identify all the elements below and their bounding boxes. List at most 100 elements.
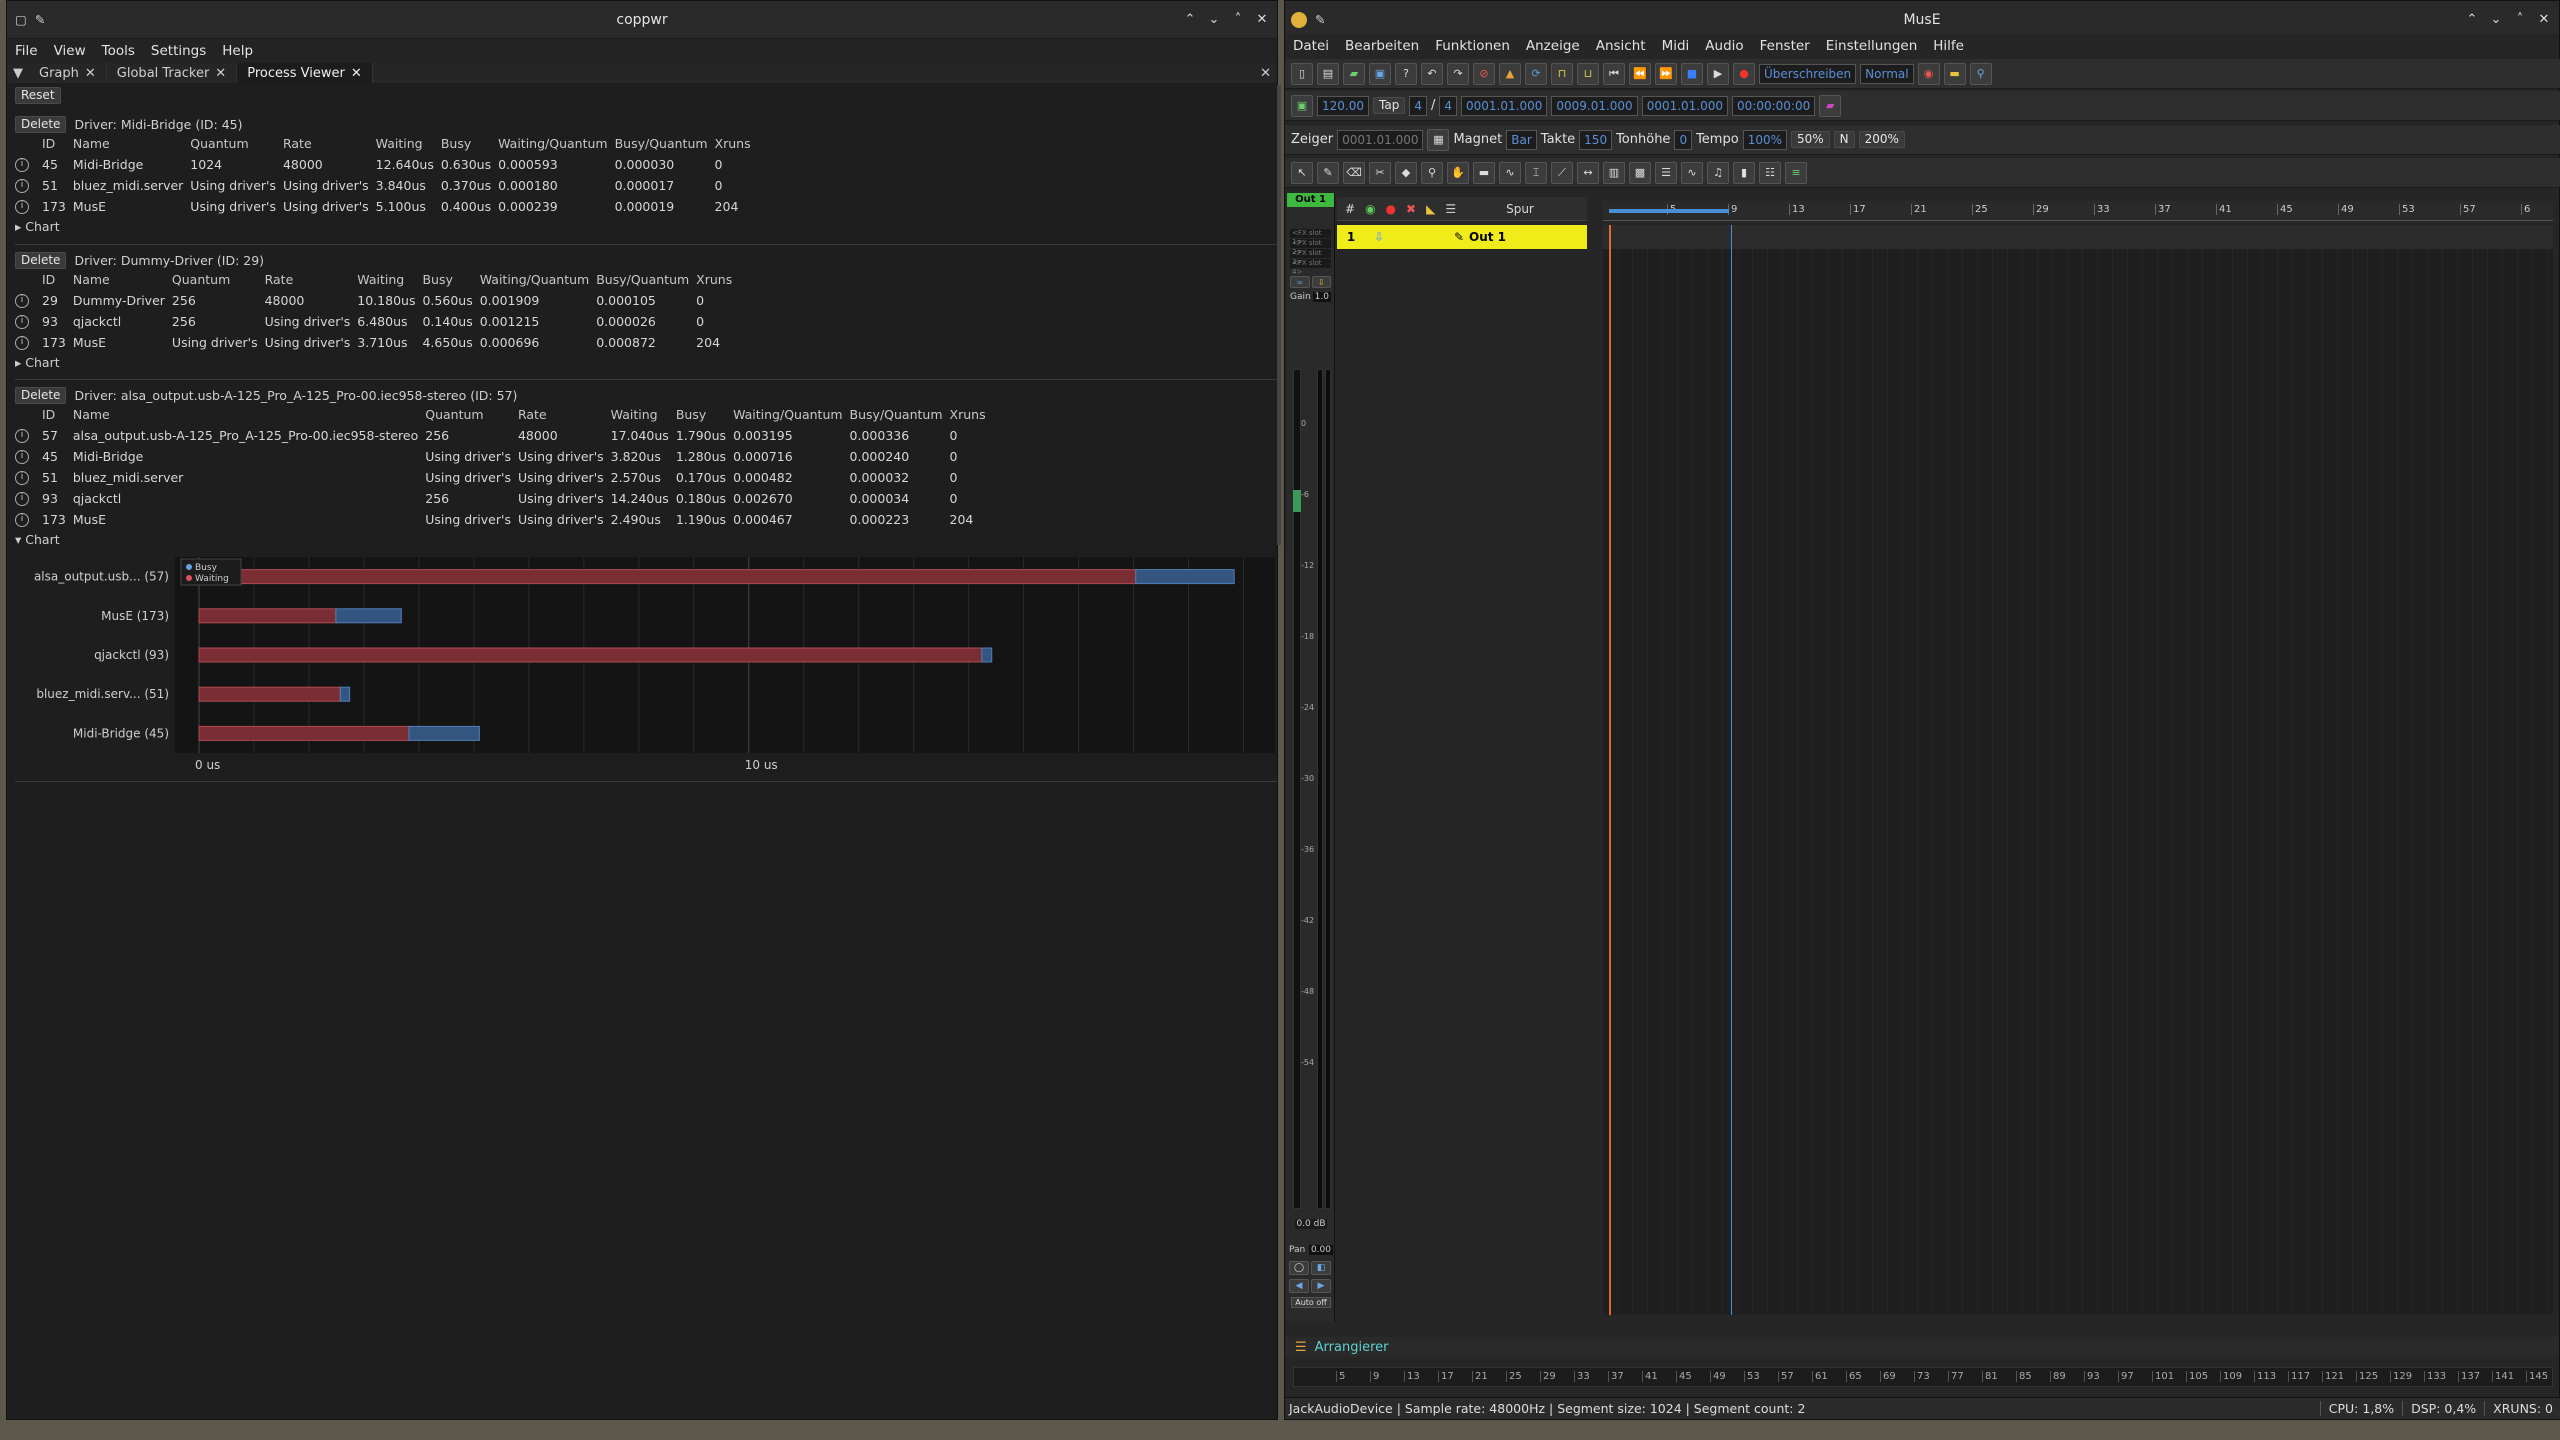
tempo-normal-button[interactable]: N — [1833, 131, 1855, 148]
chart-toggle[interactable]: ▸ Chart — [15, 353, 1270, 371]
menu-fenster[interactable]: Fenster — [1752, 38, 1818, 54]
signature-denominator[interactable]: 4 — [1439, 95, 1457, 116]
loop-range-bar[interactable] — [1609, 209, 1729, 213]
track-row-out-1[interactable]: 1 ⇩ ✎ Out 1 — [1337, 225, 1587, 249]
undo-icon[interactable]: ↶ — [1421, 62, 1443, 85]
menu-einstellungen[interactable]: Einstellungen — [1818, 38, 1926, 54]
menu-bearbeiten[interactable]: Bearbeiten — [1337, 38, 1427, 54]
eraser-tool-icon[interactable]: ⌫ — [1343, 161, 1365, 184]
close-tab-icon[interactable]: ✕ — [85, 66, 96, 81]
metronome-icon[interactable]: ▲ — [1499, 62, 1521, 85]
track-lane[interactable] — [1603, 225, 2553, 249]
cycle-mode-select[interactable]: Normal — [1860, 63, 1914, 84]
menu-settings[interactable]: Settings — [143, 43, 214, 59]
menu-tools[interactable]: Tools — [94, 43, 143, 59]
automation-mode-select[interactable]: Auto off — [1291, 1297, 1331, 1308]
cut-tool-icon[interactable]: ✂ — [1369, 161, 1391, 184]
cursor-tool-icon[interactable]: ⌶ — [1525, 161, 1547, 184]
menu-funktionen[interactable]: Funktionen — [1427, 38, 1518, 54]
maximize-icon[interactable]: ˄ — [2511, 10, 2529, 28]
tempo-master-icon[interactable]: ▣ — [1291, 94, 1313, 117]
menu-midi[interactable]: Midi — [1654, 38, 1698, 54]
info-icon[interactable]: i — [15, 471, 29, 486]
info-icon[interactable]: i — [15, 294, 29, 309]
pin-icon[interactable]: ✎ — [35, 12, 45, 27]
arranger-tab[interactable]: Arrangierer — [1315, 1340, 1389, 1355]
menu-ansicht[interactable]: Ansicht — [1588, 38, 1654, 54]
cursor-pos[interactable]: 0001.01.000 — [1641, 95, 1729, 116]
automation-tool-icon[interactable]: ∿ — [1499, 161, 1521, 184]
range-tool-icon[interactable]: ↔ — [1577, 161, 1599, 184]
rewind-icon[interactable]: ⏪ — [1629, 62, 1651, 85]
chart-toggle[interactable]: ▸ Chart — [15, 217, 1270, 235]
fx-slot[interactable]: <FX slot 3> — [1290, 249, 1331, 266]
drum-editor-icon[interactable]: ▩ — [1629, 161, 1651, 184]
keep-above-icon[interactable]: ⌃ — [2463, 10, 2481, 28]
input-route-button[interactable]: ◀ — [1289, 1279, 1309, 1293]
info-icon[interactable]: i — [15, 429, 29, 444]
song-overview-ruler[interactable]: 5 9 13 17 21 25 29 33 37 41 45 49 53 57 61 65 69 73 77 81 85… — [1293, 1367, 2553, 1387]
plugin-icon[interactable]: ▬ — [1943, 62, 1966, 85]
maximize-icon[interactable]: ˄ — [1229, 10, 1247, 28]
close-tab-icon[interactable]: ✕ — [351, 66, 362, 81]
close-icon[interactable]: ✕ — [2535, 10, 2553, 28]
tempo-200-button[interactable]: 200% — [1858, 131, 1905, 148]
glue-tool-icon[interactable]: ◆ — [1395, 161, 1417, 184]
tab-graph[interactable]: Graph ✕ — [29, 63, 107, 83]
info-icon[interactable]: i — [15, 200, 29, 215]
volume-slider-handle[interactable] — [1293, 490, 1301, 512]
fx-slot[interactable]: <FX slot 4> — [1290, 259, 1331, 276]
info-icon[interactable]: i — [15, 179, 29, 194]
keep-above-icon[interactable]: ⌃ — [1181, 10, 1199, 28]
open-template-icon[interactable]: ▤ — [1317, 62, 1339, 85]
info-icon[interactable]: i — [15, 315, 29, 330]
tempo-50-button[interactable]: 50% — [1791, 131, 1830, 148]
score-editor-icon[interactable]: ♫ — [1707, 161, 1729, 184]
list-editor-icon[interactable]: ☰ — [1655, 161, 1677, 184]
search-plugin-icon[interactable]: ⚲ — [1969, 62, 1992, 85]
mute-button[interactable]: ◯ — [1289, 1261, 1309, 1275]
track-edit-icon[interactable]: ✎ — [1449, 230, 1469, 244]
reset-button[interactable]: Reset — [15, 87, 61, 104]
open-folder-icon[interactable]: ▰ — [1343, 62, 1365, 85]
info-icon[interactable]: i — [15, 492, 29, 507]
close-icon[interactable]: ✕ — [1253, 10, 1271, 28]
tap-button[interactable]: Tap — [1373, 97, 1406, 114]
menu-view[interactable]: View — [46, 43, 94, 59]
info-icon[interactable]: i — [15, 336, 29, 351]
fx-rack[interactable]: <FX slot 1><FX slot 2><FX slot 3><FX slo… — [1287, 229, 1334, 276]
delete-button[interactable]: Delete — [15, 386, 67, 404]
zeiger-input[interactable]: 0001.01.000 — [1337, 129, 1424, 150]
forward-icon[interactable]: ⏩ — [1655, 62, 1677, 85]
loop-icon[interactable]: ⟳ — [1525, 62, 1547, 85]
info-icon[interactable]: i — [15, 450, 29, 465]
ladspa-icon[interactable]: ◉ — [1917, 62, 1940, 85]
tempo-spinbox[interactable]: 120.00 — [1317, 95, 1369, 116]
menu-file[interactable]: File — [7, 43, 46, 59]
solo-button[interactable]: ◧ — [1311, 1261, 1331, 1275]
piano-roll-icon[interactable]: ▥ — [1603, 161, 1625, 184]
track-name[interactable]: Out 1 — [1469, 230, 1506, 244]
arranger-ruler[interactable]: 591317212529333741454953576 — [1603, 201, 2553, 221]
left-marker-pos[interactable]: 0001.01.000 — [1461, 95, 1548, 116]
tab-process-viewer[interactable]: Process Viewer ✕ — [237, 63, 373, 83]
record-icon[interactable]: ● — [1733, 62, 1755, 85]
time-display[interactable]: 00:00:00:00 — [1732, 95, 1816, 116]
pan-value[interactable]: 0.00 — [1308, 1245, 1333, 1255]
route-icon[interactable]: ⇩ — [1311, 276, 1331, 288]
takte-input[interactable]: 150 — [1579, 129, 1613, 150]
mixer-icon[interactable]: ☷ — [1759, 161, 1781, 184]
strip-name[interactable]: Out 1 — [1287, 193, 1334, 207]
mute-tool-icon[interactable]: ▬ — [1473, 161, 1495, 184]
playhead-marker[interactable] — [1609, 225, 1611, 1315]
delete-button[interactable]: Delete — [15, 251, 67, 269]
vertical-scrollbar[interactable] — [1277, 85, 1281, 545]
record-mode-select[interactable]: Überschreiben — [1759, 63, 1857, 84]
fx-slot[interactable]: <FX slot 1> — [1290, 229, 1331, 246]
right-loop-marker[interactable] — [1731, 225, 1732, 1315]
coppwr-titlebar[interactable]: ▢ ✎ coppwr ⌃ ⌄ ˄ ✕ — [7, 1, 1277, 39]
play-icon[interactable]: ▶ — [1707, 62, 1729, 85]
grid-icon[interactable]: ▦ — [1427, 128, 1450, 151]
punch-out-icon[interactable]: ⊔ — [1577, 62, 1599, 85]
window-menu-icon[interactable]: ▢ — [15, 12, 27, 27]
